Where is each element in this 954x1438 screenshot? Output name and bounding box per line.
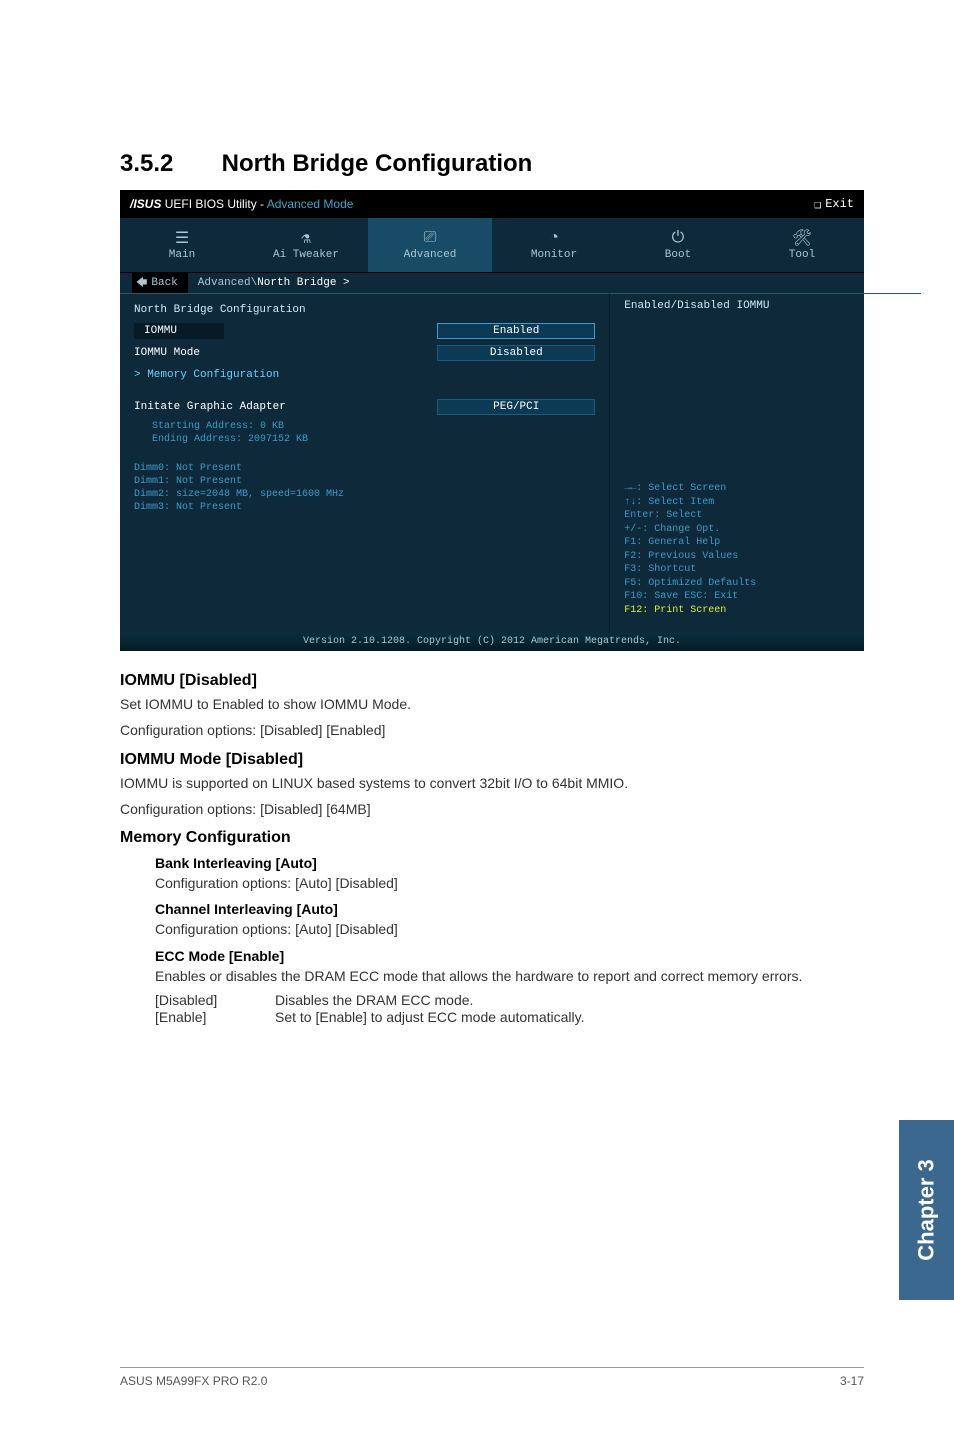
tab-main-label: Main [169,249,195,261]
bios-left-pane: North Bridge Configuration IOMMU Enabled… [120,293,609,633]
breadcrumb: 🡄 Back Advanced\ North Bridge > [120,273,864,293]
tab-advanced-label: Advanced [404,249,457,261]
ecc-disabled-key: [Disabled] [155,992,275,1008]
iommu-opts: Configuration options: [Disabled] [Enabl… [120,720,864,740]
iommu-mode-heading: IOMMU Mode [Disabled] [120,751,864,769]
tab-main[interactable]: ☰ Main [120,218,244,272]
bios-footer: Version 2.10.1208. Copyright (C) 2012 Am… [120,633,864,651]
memory-config-label: Memory Configuration [134,369,595,381]
key-f5: F5: Optimized Defaults [624,577,907,591]
key-f10: F10: Save ESC: Exit [624,590,907,604]
bios-title-text: UEFI BIOS Utility - [165,197,267,211]
tweaker-icon: ⚗ [301,229,311,247]
exit-label: Exit [825,197,854,211]
list-icon: ☰ [175,229,189,247]
page-footer: ASUS M5A99FX PRO R2.0 3-17 [120,1367,864,1388]
iommu-value[interactable]: Enabled [437,323,595,339]
iommu-mode-label: IOMMU Mode [134,347,437,359]
bios-title: /ISUS UEFI BIOS Utility - Advanced Mode [130,197,814,211]
footer-left: ASUS M5A99FX PRO R2.0 [120,1374,267,1388]
bios-logo: /ISUS [130,197,161,211]
iommu-heading: IOMMU [Disabled] [120,672,864,690]
ecc-disabled-row: [Disabled] Disables the DRAM ECC mode. [155,992,864,1008]
chapter-tab: Chapter 3 [899,1120,954,1300]
ecc-enable-row: [Enable] Set to [Enable] to adjust ECC m… [155,1009,864,1025]
exit-icon: ❏ [814,197,821,212]
address-info: Starting Address: 0 KB Ending Address: 2… [152,420,595,446]
tool-icon: 🛠 [792,229,812,247]
key-select-item: ↑↓: Select Item [624,496,907,510]
config-header: North Bridge Configuration [134,300,595,320]
iommu-row[interactable]: IOMMU Enabled [134,320,595,342]
gauge-icon: ◔ [549,229,559,247]
tab-advanced[interactable]: ⎚ Advanced [368,218,492,272]
tab-aitweaker[interactable]: ⚗ Ai Tweaker [244,218,368,272]
key-f1: F1: General Help [624,536,907,550]
iommu-mode-opts: Configuration options: [Disabled] [64MB] [120,799,864,819]
tab-aitweaker-label: Ai Tweaker [273,249,339,261]
key-select-screen: →←: Select Screen [624,482,907,496]
breadcrumb-root: Advanced\ [198,277,257,289]
tab-tool-label: Tool [789,249,815,261]
dimm3-info: Dimm3: Not Present [134,501,595,514]
power-icon: ⏻ [672,229,685,247]
initate-value[interactable]: PEG/PCI [437,399,595,415]
bank-opts: Configuration options: [Auto] [Disabled] [155,873,864,893]
initate-row[interactable]: Initate Graphic Adapter PEG/PCI [134,396,595,418]
section-number: 3.5.2 [120,150,215,178]
initate-label: Initate Graphic Adapter [134,401,437,413]
section-title: 3.5.2 North Bridge Configuration [120,150,864,178]
dimm-info: Dimm0: Not Present Dimm1: Not Present Di… [134,462,595,514]
tab-monitor[interactable]: ◔ Monitor [492,218,616,272]
ecc-desc: Enables or disables the DRAM ECC mode th… [155,966,864,986]
bios-right-pane: Enabled/Disabled IOMMU →←: Select Screen… [609,293,921,633]
tab-tool[interactable]: 🛠 Tool [740,218,864,272]
bios-window: /ISUS UEFI BIOS Utility - Advanced Mode … [120,190,864,650]
dimm0-info: Dimm0: Not Present [134,462,595,475]
breadcrumb-current: North Bridge > [257,277,349,289]
help-text: Enabled/Disabled IOMMU [624,300,907,312]
memory-config-link[interactable]: Memory Configuration [134,364,595,386]
ecc-enable-val: Set to [Enable] to adjust ECC mode autom… [275,1009,584,1025]
ecc-disabled-val: Disables the DRAM ECC mode. [275,992,473,1008]
tab-boot[interactable]: ⏻ Boot [616,218,740,272]
dimm1-info: Dimm1: Not Present [134,475,595,488]
key-f2: F2: Previous Values [624,550,907,564]
bios-titlebar: /ISUS UEFI BIOS Utility - Advanced Mode … [120,190,864,218]
ecc-heading: ECC Mode [Enable] [155,948,864,964]
footer-right: 3-17 [840,1374,864,1388]
key-hints: →←: Select Screen ↑↓: Select Item Enter:… [624,482,907,617]
iommu-mode-value[interactable]: Disabled [437,345,595,361]
key-f3: F3: Shortcut [624,563,907,577]
end-address: Ending Address: 2097152 KB [152,433,595,446]
ecc-enable-key: [Enable] [155,1009,275,1025]
exit-button[interactable]: ❏ Exit [814,197,854,212]
bank-heading: Bank Interleaving [Auto] [155,855,864,871]
iommu-mode-row[interactable]: IOMMU Mode Disabled [134,342,595,364]
key-enter: Enter: Select [624,509,907,523]
channel-heading: Channel Interleaving [Auto] [155,901,864,917]
back-arrow-icon: 🡄 [136,274,147,293]
iommu-desc: Set IOMMU to Enabled to show IOMMU Mode. [120,694,864,714]
back-button[interactable]: 🡄 Back [132,273,188,294]
chip-icon: ⎚ [424,229,437,247]
memory-config-heading: Memory Configuration [120,829,864,847]
bios-tabs: ☰ Main ⚗ Ai Tweaker ⎚ Advanced ◔ Monitor… [120,218,864,273]
section-name: North Bridge Configuration [222,150,533,177]
start-address: Starting Address: 0 KB [152,420,595,433]
iommu-label: IOMMU [134,323,224,339]
key-f12: F12: Print Screen [624,604,907,618]
chapter-tab-label: Chapter 3 [914,1159,940,1260]
dimm2-info: Dimm2: size=2048 MB, speed=1600 MHz [134,488,595,501]
tab-boot-label: Boot [665,249,691,261]
iommu-mode-desc: IOMMU is supported on LINUX based system… [120,773,864,793]
back-label: Back [151,277,177,289]
key-change-opt: +/-: Change Opt. [624,523,907,537]
tab-monitor-label: Monitor [531,249,577,261]
bios-mode: Advanced Mode [267,197,354,211]
channel-opts: Configuration options: [Auto] [Disabled] [155,919,864,939]
